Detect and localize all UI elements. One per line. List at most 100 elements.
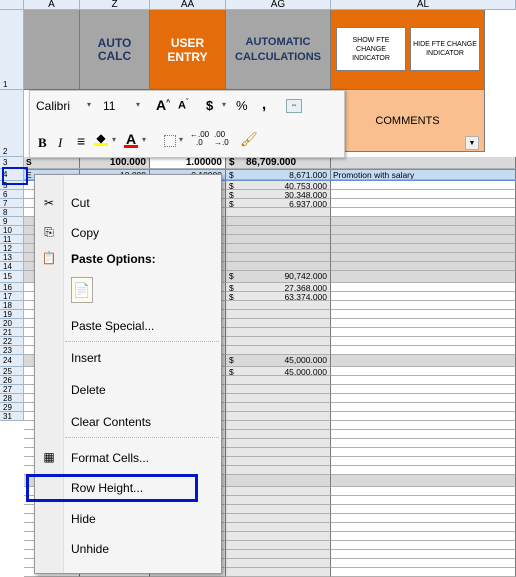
- table-cell[interactable]: [331, 208, 516, 217]
- table-cell[interactable]: [331, 412, 516, 421]
- row-header-6[interactable]: 6: [0, 190, 24, 199]
- table-cell[interactable]: [226, 532, 331, 541]
- align-center-icon[interactable]: ≡: [77, 133, 85, 149]
- row-header-14[interactable]: 14: [0, 262, 24, 271]
- cell-ag4[interactable]: $8,671.000: [226, 170, 331, 180]
- row-header-12[interactable]: 12: [0, 244, 24, 253]
- row-header-27[interactable]: 27: [0, 385, 24, 394]
- shrink-font-icon[interactable]: Aˇ: [178, 99, 188, 112]
- menu-item-cut[interactable]: Cut: [71, 196, 90, 210]
- table-cell[interactable]: [331, 394, 516, 403]
- font-name-box[interactable]: Calibri: [33, 98, 85, 116]
- row-header-21[interactable]: 21: [0, 328, 24, 337]
- table-cell[interactable]: [331, 475, 516, 487]
- table-cell[interactable]: [331, 292, 516, 301]
- show-fte-change-indicator-button[interactable]: SHOW FTE CHANGE INDICATOR: [336, 27, 406, 71]
- borders-icon[interactable]: [164, 135, 176, 147]
- grow-font-icon[interactable]: A^: [156, 97, 170, 113]
- table-cell[interactable]: [226, 376, 331, 385]
- currency-dropdown-icon[interactable]: ▾: [222, 100, 226, 109]
- table-cell[interactable]: [226, 421, 331, 430]
- table-cell[interactable]: [226, 208, 331, 217]
- menu-item-insert[interactable]: Insert: [71, 351, 101, 365]
- table-cell[interactable]: [226, 505, 331, 514]
- hide-fte-change-indicator-button[interactable]: HIDE FTE CHANGE INDICATOR: [410, 27, 480, 71]
- cell-al3[interactable]: [331, 157, 516, 169]
- row-header-10[interactable]: 10: [0, 226, 24, 235]
- table-cell[interactable]: [226, 346, 331, 355]
- table-cell[interactable]: [331, 190, 516, 199]
- row-header-15[interactable]: 15: [0, 271, 24, 283]
- table-cell[interactable]: [331, 271, 516, 283]
- table-cell[interactable]: [331, 199, 516, 208]
- table-cell[interactable]: [331, 532, 516, 541]
- table-cell[interactable]: [331, 523, 516, 532]
- table-cell[interactable]: [226, 514, 331, 523]
- menu-item-format-cells[interactable]: Format Cells...: [71, 451, 149, 465]
- row-header-24[interactable]: 24: [0, 355, 24, 367]
- cell-aa3[interactable]: 1.00000: [150, 157, 226, 169]
- table-cell[interactable]: [331, 328, 516, 337]
- table-cell[interactable]: [226, 385, 331, 394]
- increase-decimal-icon[interactable]: ←.00.0: [190, 131, 209, 147]
- row-header-11[interactable]: 11: [0, 235, 24, 244]
- menu-item-paste-special[interactable]: Paste Special...: [71, 319, 154, 333]
- currency-format-icon[interactable]: $: [206, 98, 213, 113]
- table-cell[interactable]: [331, 217, 516, 226]
- table-cell[interactable]: [226, 457, 331, 466]
- table-cell[interactable]: [226, 244, 331, 253]
- table-cell[interactable]: [226, 475, 331, 487]
- table-cell[interactable]: [331, 376, 516, 385]
- row-header-29[interactable]: 29: [0, 403, 24, 412]
- table-cell[interactable]: $40,753.000: [226, 181, 331, 190]
- table-cell[interactable]: [226, 253, 331, 262]
- table-cell[interactable]: [331, 457, 516, 466]
- row-header-9[interactable]: 9: [0, 217, 24, 226]
- table-cell[interactable]: [331, 310, 516, 319]
- table-cell[interactable]: [226, 550, 331, 559]
- col-header-z[interactable]: Z: [80, 0, 150, 10]
- table-cell[interactable]: [331, 541, 516, 550]
- menu-item-delete[interactable]: Delete: [71, 383, 106, 397]
- borders-dropdown-icon[interactable]: ▾: [179, 135, 183, 144]
- font-size-dropdown-icon[interactable]: ▾: [136, 100, 140, 109]
- table-cell[interactable]: [226, 448, 331, 457]
- table-cell[interactable]: [331, 421, 516, 430]
- row-header-23[interactable]: 23: [0, 346, 24, 355]
- decrease-decimal-icon[interactable]: .00 →.0: [214, 131, 229, 147]
- row-header-31[interactable]: 31: [0, 412, 24, 421]
- col-header-a[interactable]: A: [24, 0, 80, 10]
- table-cell[interactable]: [226, 523, 331, 532]
- table-cell[interactable]: [331, 337, 516, 346]
- table-cell[interactable]: [331, 550, 516, 559]
- menu-item-hide[interactable]: Hide: [71, 512, 96, 526]
- format-painter-icon[interactable]: 🖌: [240, 131, 258, 148]
- paste-icon[interactable]: 📄: [71, 277, 93, 303]
- table-cell[interactable]: [226, 235, 331, 244]
- row-header-22[interactable]: 22: [0, 337, 24, 346]
- table-cell[interactable]: [331, 226, 516, 235]
- table-cell[interactable]: [226, 262, 331, 271]
- table-cell[interactable]: $6,937.000: [226, 199, 331, 208]
- cell-z3[interactable]: 100.000: [80, 157, 150, 169]
- row-header-20[interactable]: 20: [0, 319, 24, 328]
- table-cell[interactable]: [226, 217, 331, 226]
- table-cell[interactable]: [331, 430, 516, 439]
- table-cell[interactable]: [226, 337, 331, 346]
- table-cell[interactable]: [331, 355, 516, 367]
- table-cell[interactable]: [226, 496, 331, 505]
- col-header-al[interactable]: AL: [331, 0, 516, 10]
- table-cell[interactable]: [331, 466, 516, 475]
- bold-icon[interactable]: B: [38, 135, 47, 151]
- table-cell[interactable]: $30,348.000: [226, 190, 331, 199]
- table-cell[interactable]: [226, 439, 331, 448]
- cell-ag3[interactable]: $86,709.000: [226, 157, 331, 169]
- row-header-28[interactable]: 28: [0, 394, 24, 403]
- col-header-aa[interactable]: AA: [150, 0, 226, 10]
- comma-style-icon[interactable]: ,: [262, 96, 266, 113]
- table-cell[interactable]: [226, 466, 331, 475]
- table-cell[interactable]: [331, 448, 516, 457]
- table-cell[interactable]: [331, 568, 516, 577]
- table-cell[interactable]: [331, 514, 516, 523]
- table-cell[interactable]: [226, 226, 331, 235]
